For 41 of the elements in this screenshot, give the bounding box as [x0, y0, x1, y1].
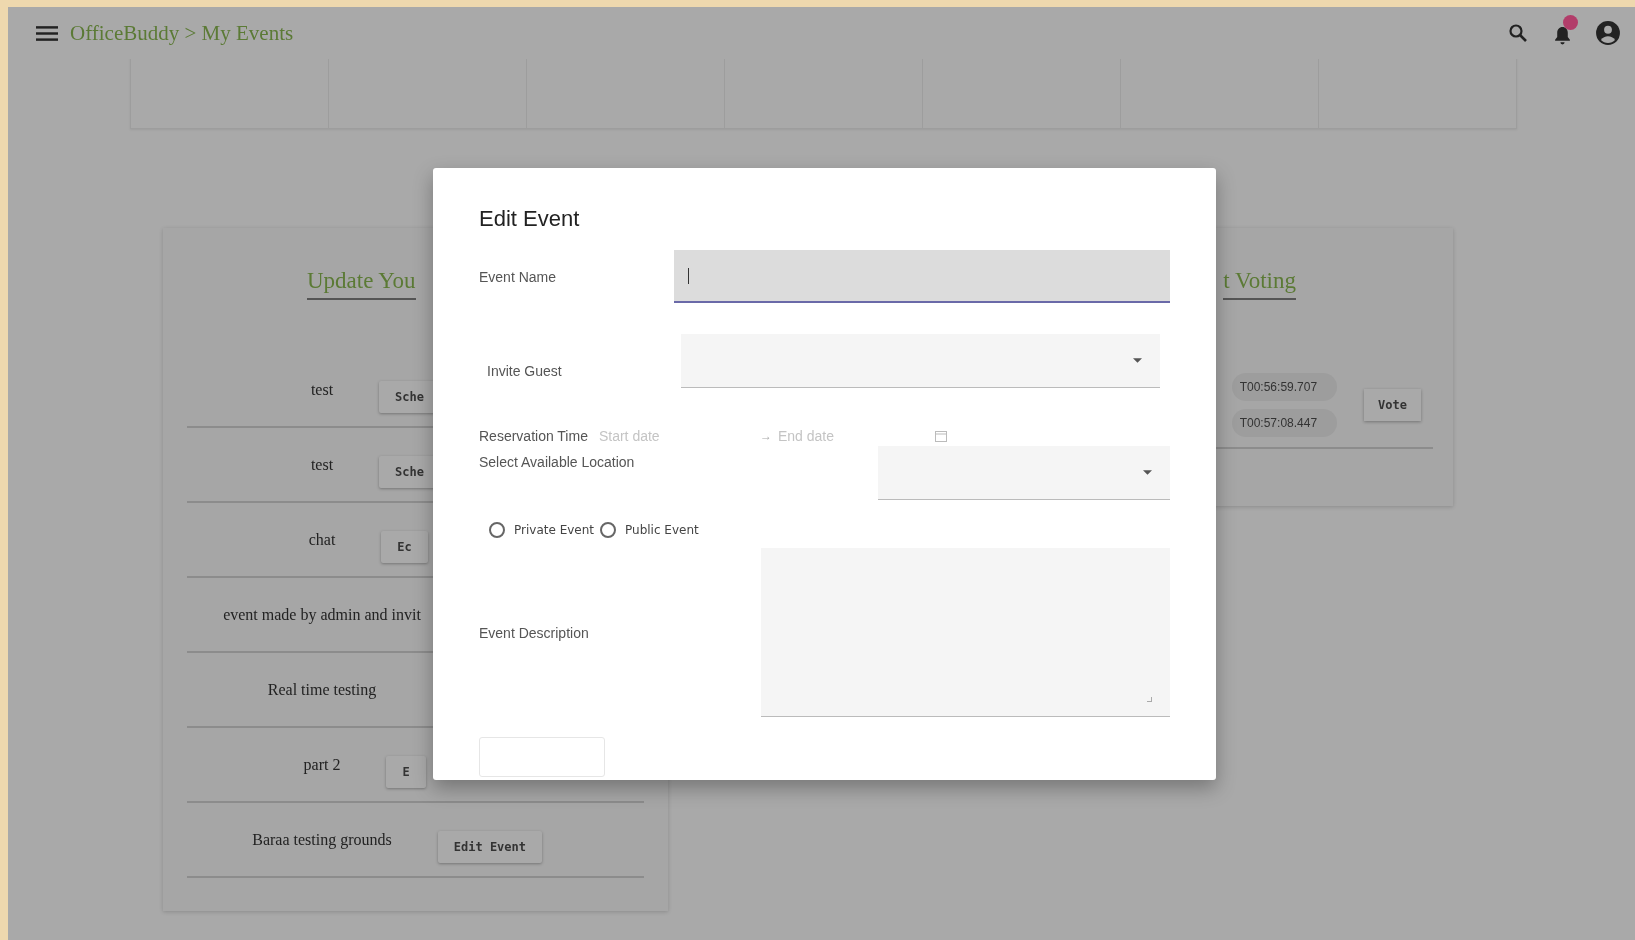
- field-label: Event Description: [479, 624, 589, 641]
- caret-icon: [1133, 358, 1142, 363]
- event-name: event made by admin and invit: [223, 605, 421, 624]
- resize-handle-icon[interactable]: [1147, 697, 1152, 702]
- calendar-icon[interactable]: [934, 430, 947, 442]
- event-button[interactable]: Edit Event: [437, 830, 542, 863]
- time-chip[interactable]: T00:57:08.447: [1231, 409, 1338, 437]
- range-arrow: →: [759, 429, 773, 443]
- event-name: test: [310, 455, 334, 474]
- text-cursor: [688, 267, 689, 284]
- radio-label: Public Event: [625, 523, 699, 537]
- notification-badge: [1563, 14, 1578, 30]
- caret-icon: [1143, 470, 1152, 475]
- radio-button[interactable]: [489, 522, 505, 538]
- event-name: Real time testing: [267, 680, 377, 699]
- description-field[interactable]: [761, 548, 1170, 717]
- field-label: Event Name: [479, 268, 558, 285]
- field-label: Invite Guest: [487, 363, 563, 379]
- card-title: t Voting: [1223, 268, 1296, 300]
- event-name: chat: [308, 530, 336, 549]
- menu-icon[interactable]: [36, 25, 58, 41]
- account-icon[interactable]: [1595, 20, 1621, 46]
- vote-button[interactable]: Vote: [1364, 389, 1421, 421]
- radio-label: Private Event: [514, 523, 595, 537]
- radio-button[interactable]: [600, 522, 617, 538]
- event-name: test: [310, 380, 334, 399]
- event-name: Baraa testing grounds: [252, 830, 392, 849]
- dialog-title: Edit Event: [479, 206, 581, 233]
- time-chip[interactable]: T00:56:59.707: [1231, 373, 1338, 401]
- card-title: Update You: [307, 268, 416, 300]
- event-button[interactable]: E: [386, 755, 426, 788]
- field-label: Reservation Time: [479, 428, 588, 444]
- bell-icon[interactable]: [1554, 25, 1571, 45]
- field-label: Select Available Location: [479, 454, 635, 470]
- event-button[interactable]: Ec: [381, 530, 428, 563]
- search-icon[interactable]: [1508, 23, 1528, 43]
- event-name-field[interactable]: [674, 250, 1170, 303]
- event-name: part 2: [303, 755, 341, 774]
- select-field[interactable]: [681, 334, 1160, 388]
- select-field[interactable]: [878, 446, 1170, 500]
- breadcrumb: OfficeBuddy > My Events: [70, 20, 294, 46]
